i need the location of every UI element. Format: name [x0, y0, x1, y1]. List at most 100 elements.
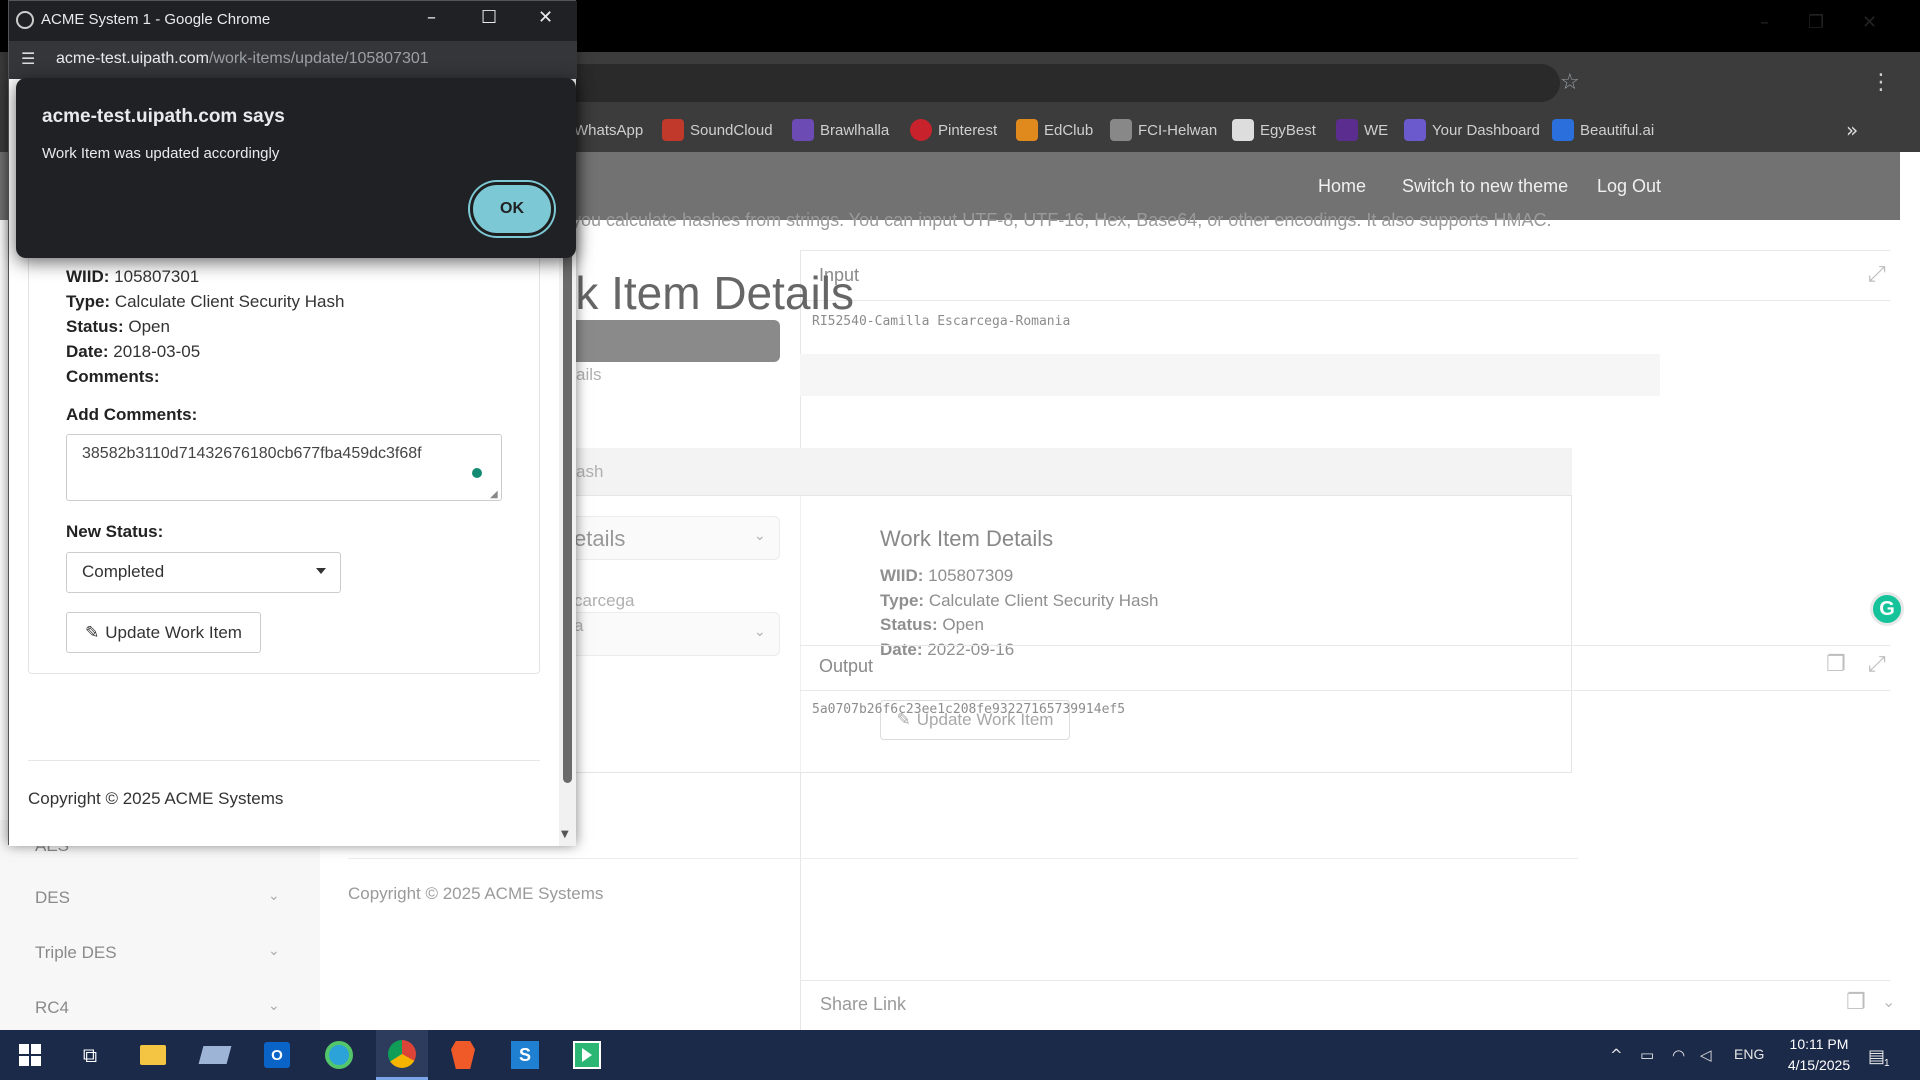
- minimize-icon[interactable]: –: [427, 7, 436, 28]
- popup-copyright: Copyright © 2025 ACME Systems: [28, 789, 284, 808]
- type-value: Calculate Client Security Hash: [114, 292, 345, 311]
- popup-url[interactable]: acme-test.uipath.com/work-items/update/1…: [56, 50, 429, 68]
- egybest-icon: [1232, 119, 1254, 141]
- grammarly-icon[interactable]: G: [1870, 592, 1904, 626]
- close-icon[interactable]: ✕: [538, 7, 553, 28]
- work-item-title: Work Item Details: [880, 526, 1054, 551]
- taskbar-clock[interactable]: 10:11 PM 4/15/2025: [1774, 1034, 1864, 1076]
- popup-window-title: ACME System 1 - Google Chrome: [41, 11, 271, 28]
- language-indicator[interactable]: ENG: [1734, 1046, 1764, 1062]
- volume-icon[interactable]: ◁: [1700, 1046, 1712, 1064]
- bookmark-edclub[interactable]: EdClub: [1016, 117, 1093, 143]
- copy-icon[interactable]: ❐: [1826, 652, 1846, 677]
- taskbar-brave[interactable]: [438, 1030, 488, 1080]
- folder-icon: [140, 1045, 166, 1065]
- taskbar-uipath-assistant[interactable]: [562, 1030, 612, 1080]
- new-status-select[interactable]: Completed: [66, 552, 341, 593]
- bookmark-we[interactable]: WE: [1336, 117, 1388, 143]
- copy-icon[interactable]: ❐: [1846, 990, 1866, 1015]
- menu-toggle-button[interactable]: [560, 320, 780, 362]
- start-button[interactable]: [5, 1030, 55, 1080]
- bookmark-pinterest[interactable]: Pinterest: [910, 117, 997, 143]
- bookmark-brawlhalla[interactable]: Brawlhalla: [792, 117, 889, 143]
- add-comments-label: Add Comments:: [66, 405, 198, 424]
- clock-date: 4/15/2025: [1787, 1057, 1851, 1073]
- footer-divider: [348, 858, 1578, 859]
- chevron-down-icon: ⌄: [754, 624, 766, 640]
- work-item-status: Status: Open: [880, 615, 984, 635]
- client-select[interactable]: [560, 612, 780, 656]
- detail-status: Status: Open: [66, 317, 170, 337]
- menu-kebab-icon[interactable]: ⋮: [1870, 70, 1892, 95]
- sidebar-item-triple-des[interactable]: Triple DES: [35, 943, 117, 963]
- sidebar-item-des[interactable]: DES: [35, 888, 70, 908]
- footer-divider: [28, 760, 540, 761]
- nav-switch-theme[interactable]: Switch to new theme: [1402, 176, 1568, 197]
- bg-maximize-icon[interactable]: ❐: [1808, 12, 1824, 33]
- pinterest-icon: [910, 119, 932, 141]
- maximize-icon[interactable]: ☐: [481, 7, 497, 28]
- taskbar-edge[interactable]: [314, 1030, 364, 1080]
- bookmark-soundcloud[interactable]: SoundCloud: [662, 117, 773, 143]
- type-value: Calculate Client Security Hash: [928, 591, 1159, 610]
- divider: [800, 300, 1890, 301]
- chevron-down-icon[interactable]: ⌄: [1882, 992, 1895, 1011]
- task-view-button[interactable]: ⧉: [65, 1030, 115, 1080]
- chevron-down-icon: ⌄: [754, 528, 766, 544]
- assistant-icon: [573, 1041, 601, 1069]
- taskbar-chrome[interactable]: [376, 1030, 428, 1080]
- popup-address-bar[interactable]: ☰ acme-test.uipath.com/work-items/update…: [9, 41, 577, 79]
- clock-time: 10:11 PM: [1789, 1036, 1849, 1052]
- bookmark-label: Your Dashboard: [1432, 121, 1540, 139]
- bookmark-fci-helwan[interactable]: FCI-Helwan: [1110, 117, 1217, 143]
- brawlhalla-icon: [792, 119, 814, 141]
- type-label: Type:: [66, 292, 111, 311]
- bg-close-icon[interactable]: ✕: [1862, 12, 1877, 33]
- play-icon: [582, 1048, 592, 1062]
- resize-handle-icon[interactable]: ◢: [490, 489, 498, 500]
- alert-ok-button[interactable]: OK: [470, 182, 554, 236]
- fci-icon: [1110, 119, 1132, 141]
- tray-overflow-icon[interactable]: ^: [1610, 1046, 1623, 1064]
- taskbar-app-laptop[interactable]: [190, 1030, 240, 1080]
- nav-home[interactable]: Home: [1318, 176, 1366, 197]
- detail-wiid: WIID: 105807301: [66, 267, 199, 287]
- expand-icon[interactable]: ⤢: [1868, 262, 1886, 287]
- wifi-icon[interactable]: ◠: [1672, 1046, 1685, 1064]
- wiid-label: WIID:: [880, 566, 924, 585]
- work-item-type: Type: Calculate Client Security Hash: [880, 591, 1158, 611]
- pencil-icon: ✎: [85, 622, 100, 642]
- update-work-item-button[interactable]: ✎ Update Work Item: [66, 612, 261, 653]
- chevron-down-icon: ⌄: [268, 943, 280, 959]
- taskbar-outlook[interactable]: O: [252, 1030, 302, 1080]
- bookmark-whatsapp[interactable]: WhatsApp: [574, 117, 643, 143]
- grammarly-status-icon[interactable]: [472, 468, 482, 478]
- background-omnibox[interactable]: [560, 64, 1560, 102]
- output-value[interactable]: 5a0707b26f6c23ee1c208fe93227165739914ef5: [812, 702, 1125, 717]
- wiid-value: 105807301: [114, 267, 200, 286]
- notification-icon[interactable]: ▤: [1868, 1046, 1885, 1067]
- status-label: Status:: [880, 615, 938, 634]
- divider: [800, 645, 1890, 646]
- alert-title: acme-test.uipath.com says: [42, 106, 285, 127]
- bookmarks-overflow-icon[interactable]: »: [1846, 118, 1858, 142]
- dashboard-icon: [1404, 119, 1426, 141]
- taskbar-uipath-studio[interactable]: S: [500, 1030, 550, 1080]
- battery-icon[interactable]: ▭: [1640, 1046, 1654, 1064]
- bookmark-egybest[interactable]: EgyBest: [1232, 117, 1316, 143]
- bookmark-your-dashboard[interactable]: Your Dashboard: [1404, 117, 1540, 143]
- beautiful-ai-icon: [1552, 119, 1574, 141]
- nav-logout[interactable]: Log Out: [1597, 176, 1661, 197]
- site-info-icon[interactable]: ☰: [21, 49, 35, 68]
- taskbar-file-explorer[interactable]: [128, 1030, 178, 1080]
- sidebar-item-rc4[interactable]: RC4: [35, 998, 69, 1018]
- edclub-icon: [1016, 119, 1038, 141]
- bg-minimize-icon[interactable]: –: [1760, 12, 1769, 33]
- bookmark-label: WE: [1364, 121, 1389, 139]
- expand-icon[interactable]: ⤢: [1868, 652, 1886, 677]
- divider: [800, 980, 1890, 981]
- scroll-down-arrow-icon[interactable]: ▼: [561, 829, 569, 840]
- bookmark-beautiful-ai[interactable]: Beautiful.ai: [1552, 117, 1654, 143]
- bookmark-star-icon[interactable]: ☆: [1560, 70, 1580, 95]
- add-comments-textarea[interactable]: 38582b3110d71432676180cb677fba459dc3f68f: [66, 434, 502, 501]
